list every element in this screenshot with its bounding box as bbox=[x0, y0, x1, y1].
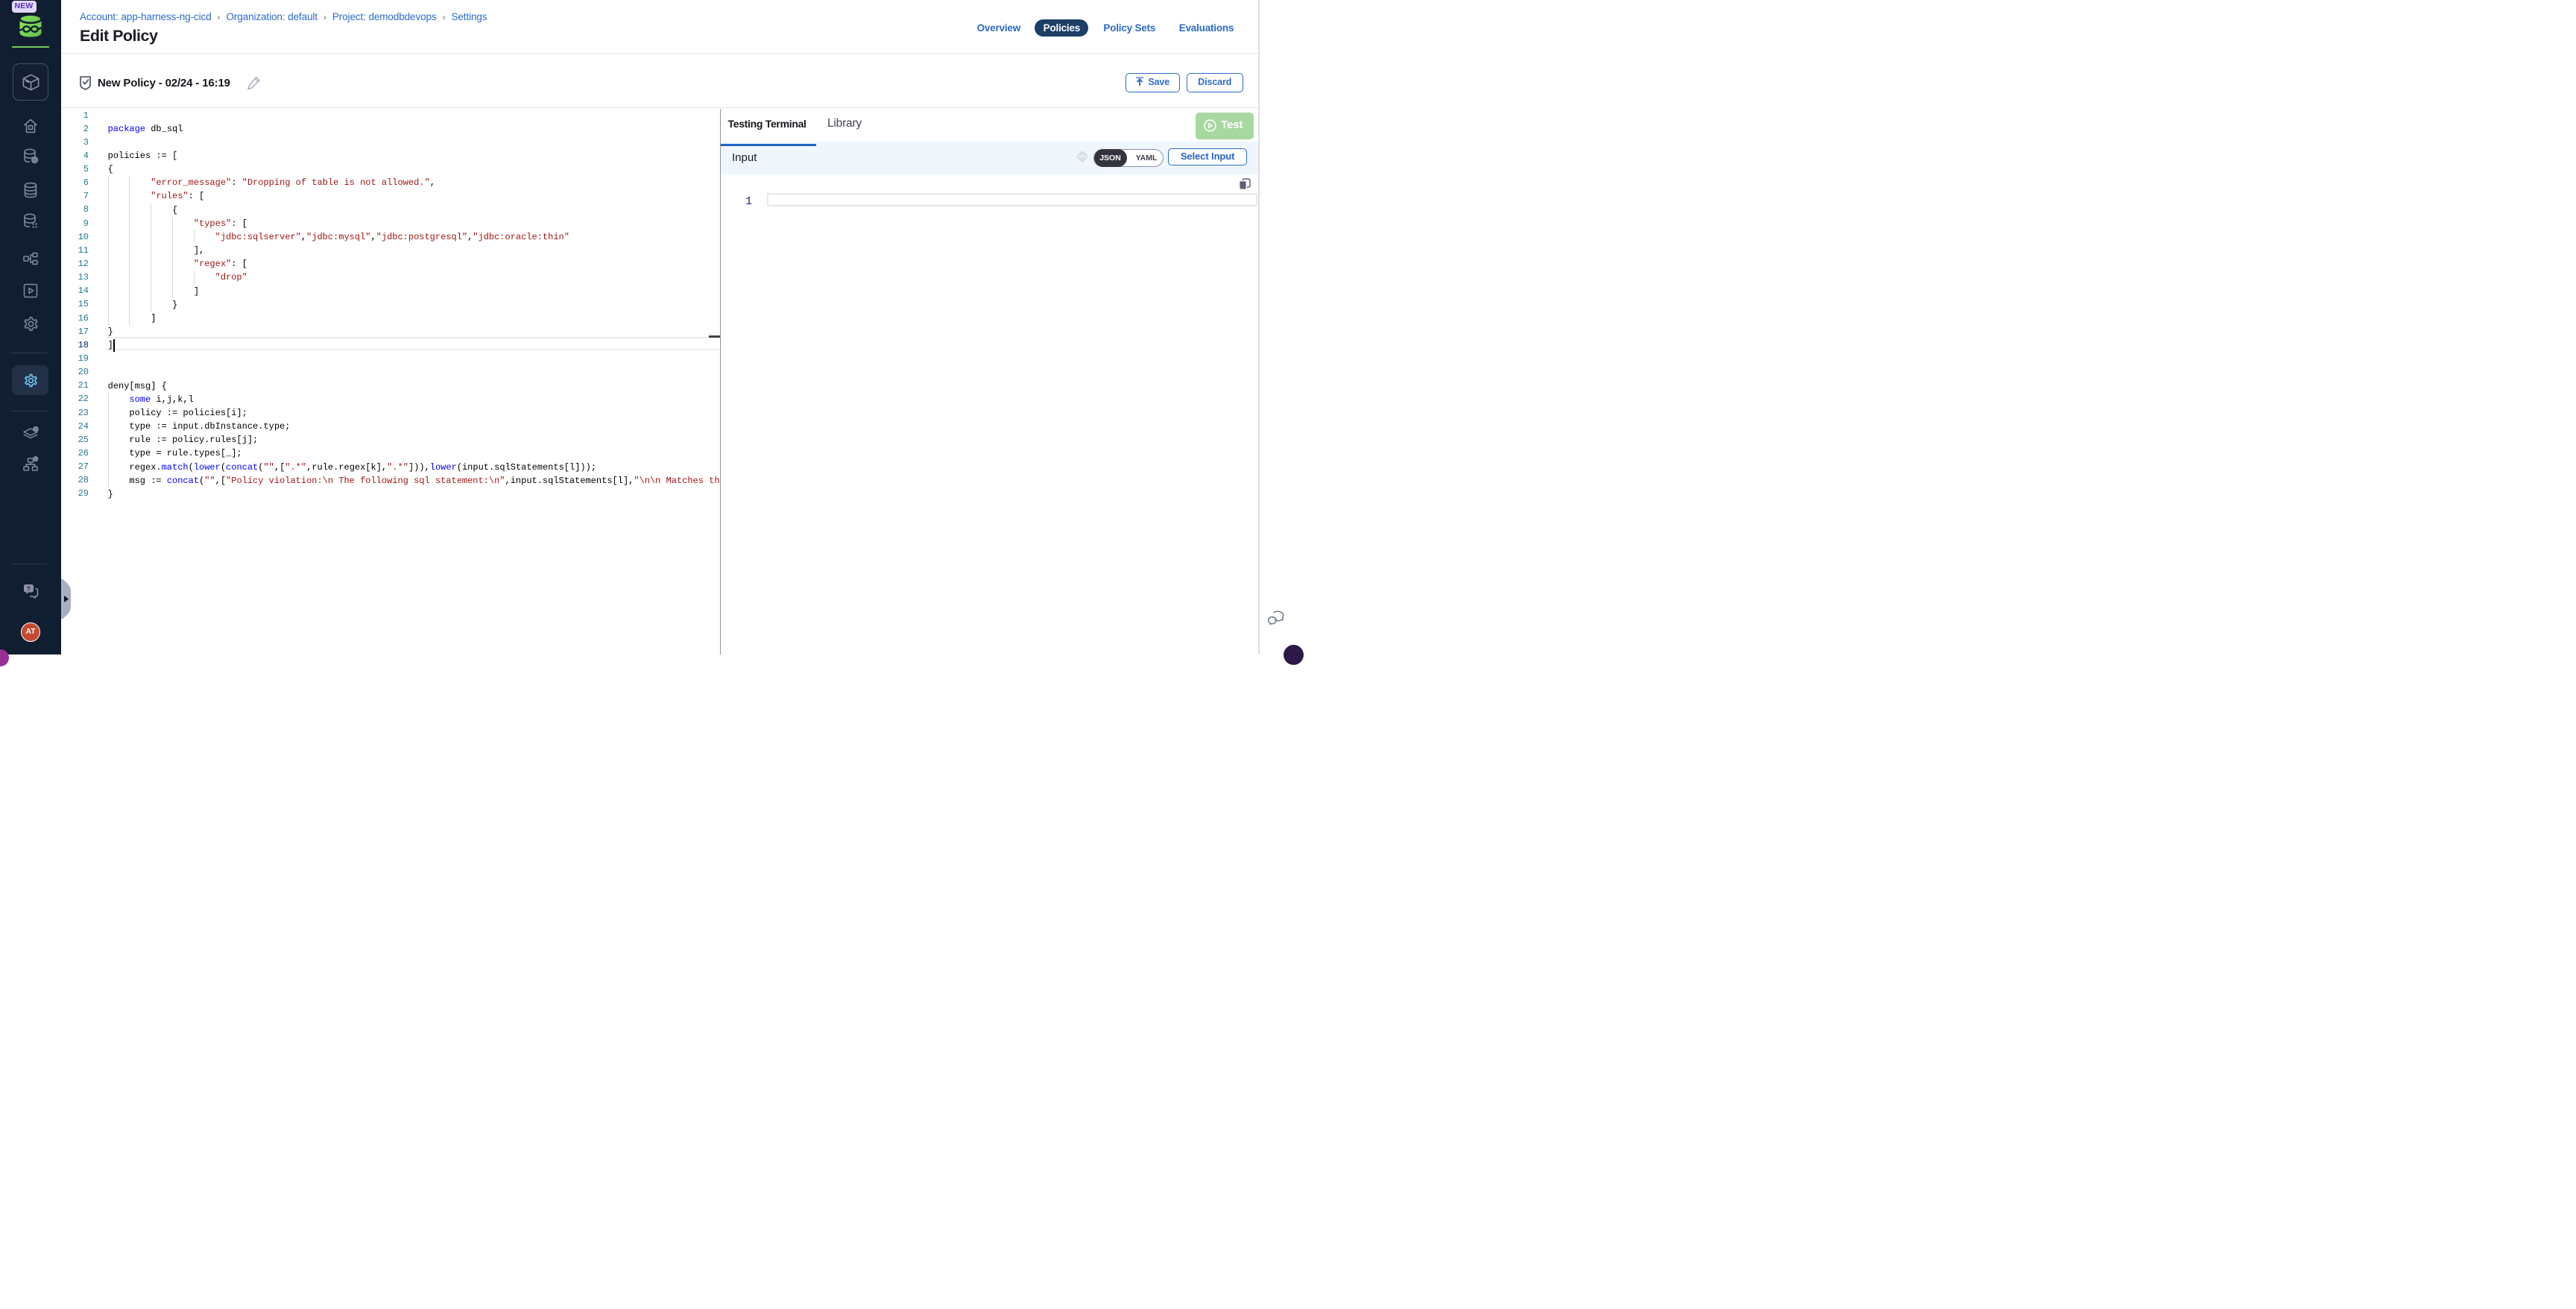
svg-text:?: ? bbox=[27, 585, 31, 592]
svg-text:</>: </> bbox=[1079, 154, 1087, 160]
